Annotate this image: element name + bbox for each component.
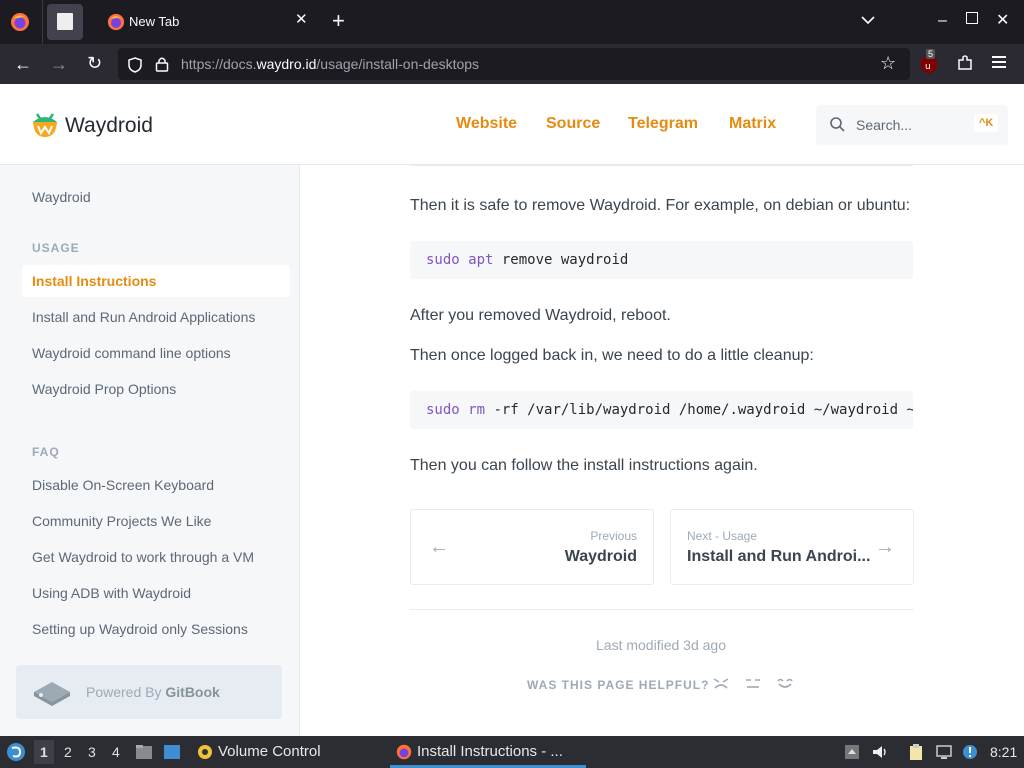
workspace-1[interactable]: 1	[40, 744, 48, 760]
workspace-2[interactable]: 2	[64, 744, 72, 760]
code-block-rm[interactable]: sudo rm -rf /var/lib/waydroid /home/.way…	[410, 391, 913, 429]
arrow-left-icon: ←	[429, 536, 449, 558]
sidebar-item-community[interactable]: Community Projects We Like	[32, 513, 211, 529]
next-page-card[interactable]: Next - Usage Install and Run Androi... →	[670, 509, 914, 585]
main-content: Then it is safe to remove Waydroid. For …	[300, 165, 1024, 736]
firefox-icon	[107, 13, 125, 31]
new-tab-button[interactable]: +	[332, 9, 345, 33]
previous-page-card[interactable]: ← Previous Waydroid	[410, 509, 654, 585]
divider	[410, 609, 914, 610]
powered-by-text: Powered By GitBook	[86, 684, 220, 700]
reload-icon[interactable]: ↻	[87, 53, 102, 73]
taskbar: 1 2 3 4 Volume Control Install Instructi…	[0, 736, 1024, 768]
code-line: sudo apt remove waydroid	[426, 252, 629, 268]
close-window-button[interactable]: ✕	[996, 10, 1009, 30]
extensions-puzzle-icon[interactable]	[956, 54, 974, 72]
clock: 8:21	[990, 744, 1018, 760]
tab-docs[interactable]	[47, 4, 83, 40]
search-input[interactable]: Search... ^K	[816, 105, 1008, 145]
paragraph-reboot: After you removed Waydroid, reboot.	[410, 307, 671, 324]
updates-icon[interactable]	[844, 744, 860, 760]
last-modified: Last modified 3d ago	[596, 637, 726, 653]
hamburger-menu-icon[interactable]	[992, 56, 1006, 68]
task-volume-control[interactable]: Volume Control	[218, 743, 321, 760]
desktop-icon[interactable]	[163, 744, 181, 760]
file-manager-icon[interactable]	[135, 744, 153, 760]
nav-link-website[interactable]: Website	[456, 115, 517, 133]
page-icon	[57, 13, 73, 30]
notification-icon[interactable]	[962, 744, 978, 760]
search-icon	[830, 117, 845, 132]
previous-title: Waydroid	[564, 548, 637, 565]
distro-logo-icon[interactable]	[6, 742, 26, 762]
paragraph-cleanup: Then once logged back in, we need to do …	[410, 347, 814, 364]
code-block-apt-remove[interactable]: sudo apt remove waydroid	[410, 241, 913, 279]
volume-control-icon	[198, 745, 212, 759]
lock-icon[interactable]	[155, 56, 169, 72]
sidebar-item-adb[interactable]: Using ADB with Waydroid	[32, 585, 191, 601]
clipboard-icon[interactable]	[908, 744, 924, 760]
ublock-badge: 5	[926, 49, 936, 59]
sidebar-item-waydroid[interactable]: Waydroid	[32, 189, 91, 205]
paragraph-remove: Then it is safe to remove Waydroid. For …	[410, 197, 911, 214]
waydroid-logo[interactable]	[32, 110, 58, 138]
site-header: Waydroid Website Source Telegram Matrix …	[0, 84, 1024, 165]
sidebar-item-vm[interactable]: Get Waydroid to work through a VM	[32, 549, 254, 565]
forward-arrow-icon[interactable]: →	[50, 54, 68, 74]
task-install-instructions[interactable]: Install Instructions - ...	[417, 743, 563, 760]
logo-text[interactable]: Waydroid	[65, 114, 153, 138]
sidebar: Waydroid USAGE Install Instructions Inst…	[0, 165, 300, 736]
sidebar-item-cli-options[interactable]: Waydroid command line options	[32, 345, 231, 361]
address-bar[interactable]: https://docs.waydro.id/usage/install-on-…	[118, 48, 910, 80]
workspace-4[interactable]: 4	[112, 744, 120, 760]
code-line: sudo rm -rf /var/lib/waydroid /home/.way…	[426, 402, 913, 418]
paragraph-follow: Then you can follow the install instruct…	[410, 457, 758, 474]
shield-icon[interactable]	[128, 57, 142, 73]
gitbook-icon	[34, 682, 70, 706]
code-block-edge	[410, 165, 913, 166]
workspace-3[interactable]: 3	[88, 744, 96, 760]
speaker-icon[interactable]	[872, 744, 888, 760]
helpful-prompt: WAS THIS PAGE HELPFUL?	[527, 678, 710, 692]
happy-face-icon[interactable]	[775, 676, 795, 690]
sidebar-item-prop-options[interactable]: Waydroid Prop Options	[32, 381, 176, 397]
powered-by-gitbook[interactable]: Powered By GitBook	[16, 665, 282, 719]
browser-tab-bar: New Tab ✕ + – ✕	[0, 0, 1024, 44]
svg-text:u: u	[925, 62, 931, 72]
next-label: Next - Usage	[687, 529, 758, 543]
search-shortcut-badge: ^K	[974, 114, 999, 132]
firefox-icon	[396, 744, 412, 760]
tab-new-tab[interactable]: New Tab ✕	[95, 4, 323, 40]
nav-link-matrix[interactable]: Matrix	[729, 115, 776, 133]
minimize-button[interactable]: –	[938, 12, 947, 30]
tab-label: New Tab	[129, 14, 180, 29]
close-tab-icon[interactable]: ✕	[295, 10, 308, 28]
tab-separator	[42, 0, 43, 44]
sidebar-section-faq: FAQ	[32, 445, 60, 459]
previous-label: Previous	[590, 529, 637, 543]
sidebar-item-install-run-apps[interactable]: Install and Run Android Applications	[32, 309, 255, 325]
bookmark-star-icon[interactable]: ☆	[880, 53, 896, 74]
chevron-down-icon[interactable]	[860, 12, 876, 28]
browser-nav-bar: ← → ↻ https://docs.waydro.id/usage/insta…	[0, 44, 1024, 84]
ublock-extension-icon[interactable]: u 5	[920, 49, 938, 75]
next-title: Install and Run Androi...	[687, 548, 871, 565]
url-text: https://docs.waydro.id/usage/install-on-…	[181, 56, 480, 72]
sidebar-item-sessions[interactable]: Setting up Waydroid only Sessions	[32, 621, 248, 637]
sad-face-icon[interactable]	[711, 676, 731, 690]
arrow-right-icon: →	[875, 536, 895, 558]
nav-link-telegram[interactable]: Telegram	[628, 115, 698, 133]
search-placeholder: Search...	[856, 117, 913, 133]
firefox-icon[interactable]	[10, 12, 30, 32]
nav-link-source[interactable]: Source	[546, 115, 600, 133]
sidebar-section-usage: USAGE	[32, 241, 80, 255]
maximize-button[interactable]	[966, 12, 978, 24]
neutral-face-icon[interactable]	[743, 676, 763, 690]
network-icon[interactable]	[936, 744, 952, 760]
back-arrow-icon[interactable]: ←	[14, 54, 32, 74]
sidebar-item-install-instructions[interactable]: Install Instructions	[32, 273, 156, 289]
sidebar-item-osk[interactable]: Disable On-Screen Keyboard	[32, 477, 214, 493]
